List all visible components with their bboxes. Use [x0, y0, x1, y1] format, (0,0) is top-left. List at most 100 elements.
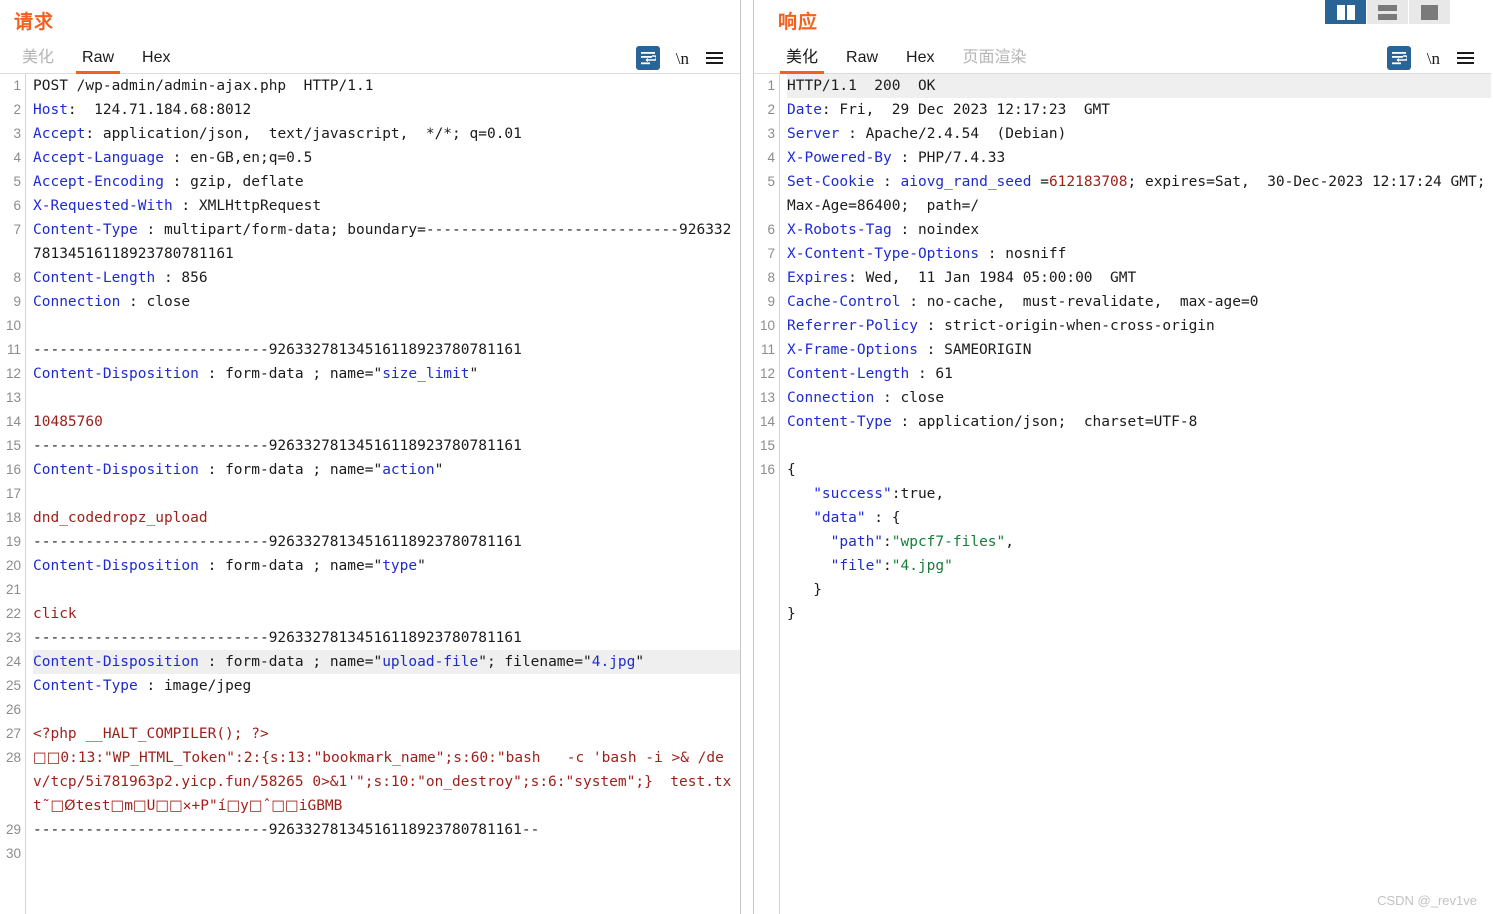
code-line: X-Powered-By : PHP/7.4.33	[787, 150, 1006, 166]
code-line: X-Content-Type-Options : nosniff	[787, 246, 1067, 262]
code-line: Connection : close	[33, 294, 191, 310]
line-number: 29	[5, 822, 21, 837]
horizontal-split-icon	[1378, 4, 1397, 20]
code-line: ---------------------------9263327813451…	[33, 630, 522, 646]
tab-response-beautify[interactable]: 美化	[772, 49, 832, 74]
code-line: ---------------------------9263327813451…	[33, 342, 522, 358]
line-number: 6	[13, 198, 21, 213]
code-line: X-Robots-Tag : noindex	[787, 222, 980, 238]
line-number: 13	[5, 390, 21, 405]
request-panel: 请求 美化 Raw Hex \n 123456 7 8 9 10 11 12 1…	[0, 0, 740, 914]
line-number: 7	[767, 246, 775, 261]
line-number: 2	[13, 102, 21, 117]
response-tabbar-tools: \n	[1386, 46, 1475, 70]
layout-vertical-split-button[interactable]	[1325, 0, 1367, 24]
line-number: 8	[13, 270, 21, 285]
word-wrap-icon[interactable]	[635, 46, 660, 70]
code-line: Content-Length : 856	[33, 270, 208, 286]
tab-response-hex[interactable]: Hex	[892, 49, 948, 73]
line-number: 8	[767, 270, 775, 285]
code-line: Connection : close	[787, 390, 945, 406]
code-line: X-Requested-With : XMLHttpRequest	[33, 198, 322, 214]
code-line: Content-Disposition : form-data ; name="…	[33, 462, 444, 478]
code-line: Content-Type : multipart/form-data; boun…	[33, 222, 732, 262]
line-number: 13	[759, 390, 775, 405]
tab-request-beautify[interactable]: 美化	[8, 49, 68, 73]
request-code-area[interactable]: POST /wp-admin/admin-ajax.php HTTP/1.1 Ho…	[26, 74, 740, 914]
line-number: 14	[759, 414, 775, 429]
code-line: 10485760	[33, 414, 103, 430]
vertical-split-icon	[1336, 4, 1355, 20]
menu-icon[interactable]	[1456, 49, 1475, 67]
single-pane-icon	[1421, 4, 1438, 20]
code-line: ---------------------------9263327813451…	[33, 438, 522, 454]
code-line: Server : Apache/2.4.54 (Debian)	[787, 126, 1067, 142]
code-line: □□0:13:"WP_HTML_Token":2:{s:13:"bookmark…	[33, 750, 732, 814]
layout-switcher	[1325, 0, 1451, 24]
line-number: 15	[5, 438, 21, 453]
line-number: 20	[5, 558, 21, 573]
code-line: }	[787, 582, 822, 598]
code-line: HTTP/1.1 200 OK	[787, 74, 1491, 98]
code-line: ---------------------------9263327813451…	[33, 822, 540, 838]
menu-icon[interactable]	[705, 49, 724, 67]
line-number: 16	[5, 462, 21, 477]
line-number	[754, 530, 775, 554]
line-number: 3	[13, 126, 21, 141]
response-tabbar: 美化 Raw Hex 页面渲染 \n	[754, 42, 1491, 74]
code-line: Content-Disposition : form-data ; name="…	[33, 558, 426, 574]
line-number: 24	[5, 654, 21, 669]
request-panel-title: 请求	[14, 12, 55, 33]
code-line: {	[787, 462, 796, 478]
code-line: }	[787, 606, 796, 622]
response-panel: 响应 美化 Raw Hex 页面渲染 \n 1 2 3 4 5 6 7 8 9 …	[754, 0, 1491, 914]
line-number: 4	[767, 150, 775, 165]
request-line-gutter: 1 2 3 4 5 6 7 8 9 10 11 12 13 14 15 16 17 18 19 20 21 22 23 24 2…	[0, 74, 26, 914]
code-line: "data" : {	[787, 510, 901, 526]
layout-single-pane-button[interactable]	[1409, 0, 1451, 24]
line-number: 30	[5, 846, 21, 861]
request-editor[interactable]: 1 2 3 4 5 6 7 8 9 10 11 12 13 14 15 16 17 18 19 20 21 22 23 24 2…	[0, 74, 740, 914]
line-number: 22	[5, 606, 21, 621]
tab-request-raw[interactable]: Raw	[68, 49, 128, 74]
request-tabbar-tools: \n	[635, 46, 724, 70]
line-number: 10	[759, 318, 775, 333]
panel-splitter-handle[interactable]	[740, 0, 754, 914]
line-number: 12	[759, 366, 775, 381]
code-line: Accept-Encoding : gzip, deflate	[33, 174, 304, 190]
code-line: click	[33, 606, 77, 622]
layout-horizontal-split-button[interactable]	[1367, 0, 1409, 24]
line-number: 5	[767, 174, 775, 189]
line-number	[754, 602, 775, 626]
line-number: 6	[767, 222, 775, 237]
newline-toggle[interactable]: \n	[674, 50, 691, 67]
word-wrap-icon[interactable]	[1386, 46, 1411, 70]
tab-response-raw[interactable]: Raw	[832, 49, 892, 73]
tab-response-render[interactable]: 页面渲染	[948, 49, 1040, 73]
code-line: "path":"wpcf7-files",	[787, 534, 1014, 550]
code-line: Date: Fri, 29 Dec 2023 12:17:23 GMT	[787, 102, 1111, 118]
code-line: POST /wp-admin/admin-ajax.php HTTP/1.1	[33, 78, 374, 94]
line-number: 1	[13, 78, 21, 93]
response-editor[interactable]: 1 2 3 4 5 6 7 8 9 10 11 12 13 14 15 16 HTTP/1.1 200 OK D…	[754, 74, 1491, 914]
line-number: 10	[5, 318, 21, 333]
code-line: Content-Type : application/json; charset…	[787, 414, 1198, 430]
code-line: X-Frame-Options : SAMEORIGIN	[787, 342, 1032, 358]
line-number: 9	[13, 294, 21, 309]
line-number: 25	[5, 678, 21, 693]
code-line: Expires: Wed, 11 Jan 1984 05:00:00 GMT	[787, 270, 1137, 286]
newline-toggle[interactable]: \n	[1425, 50, 1442, 67]
code-line: <?php __HALT_COMPILER(); ?>	[33, 726, 269, 742]
line-number: 2	[767, 102, 775, 117]
code-line: Accept: application/json, text/javascrip…	[33, 126, 522, 142]
code-line: "success":true,	[787, 486, 945, 502]
line-number: 7	[13, 222, 21, 237]
line-number: 23	[5, 630, 21, 645]
response-code-area[interactable]: HTTP/1.1 200 OK Date: Fri, 29 Dec 2023 12…	[780, 74, 1491, 914]
line-number: 28	[5, 750, 21, 765]
tab-request-hex[interactable]: Hex	[128, 49, 184, 73]
line-number: 26	[5, 702, 21, 717]
